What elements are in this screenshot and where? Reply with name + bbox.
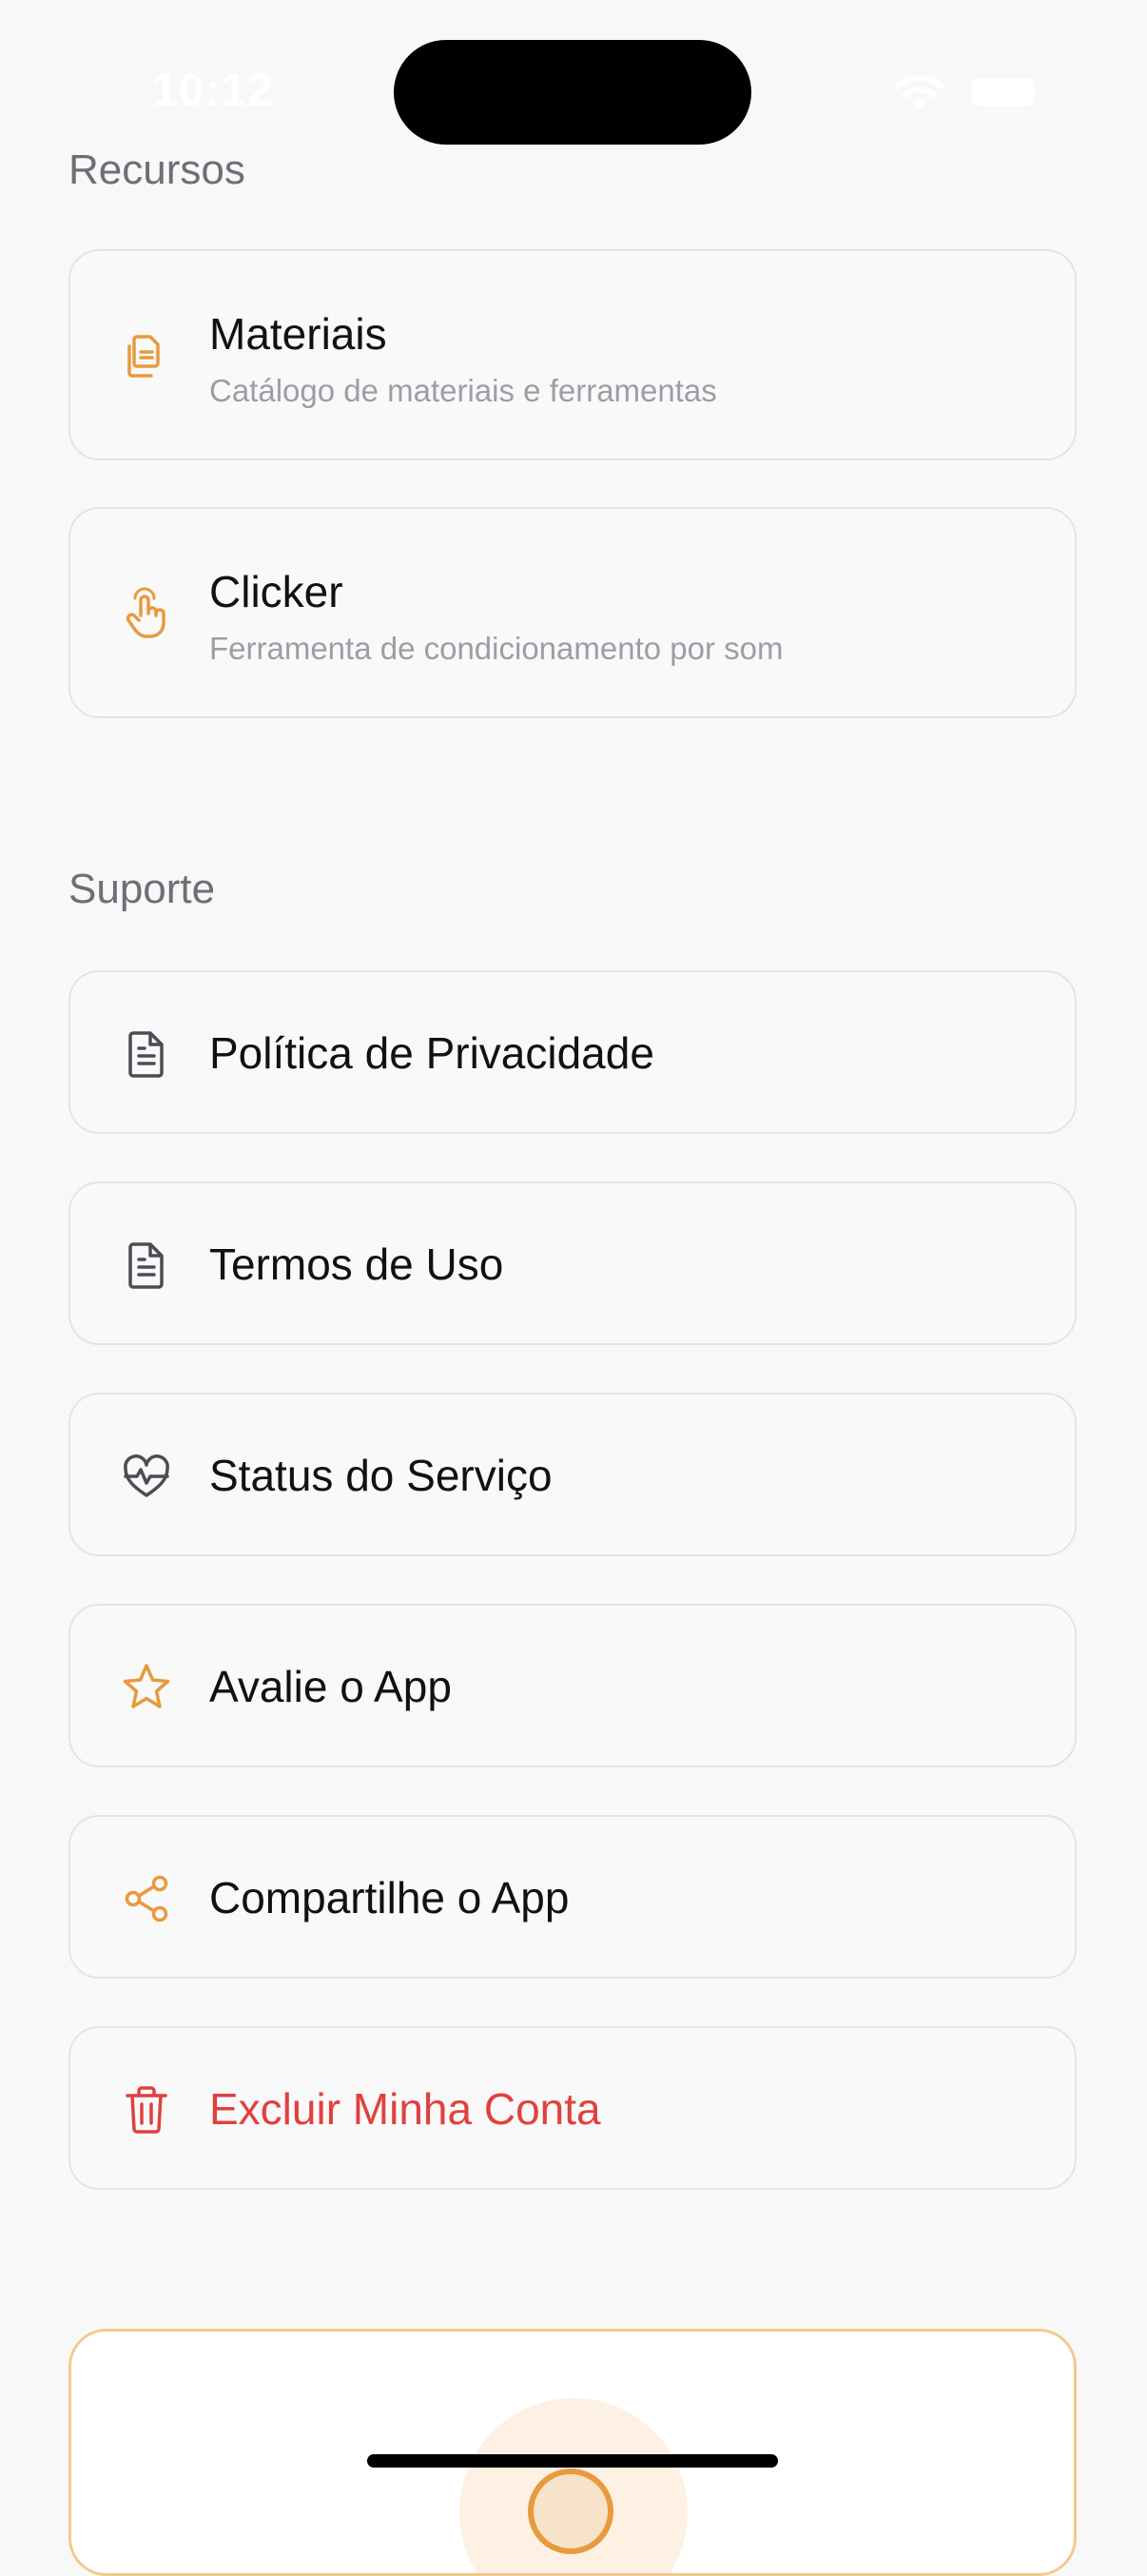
promo-avatar-icon [528, 2469, 613, 2554]
document-icon [128, 1031, 164, 1078]
card-clicker[interactable]: Clicker Ferramenta de condicionamento po… [68, 507, 1077, 718]
dynamic-island [394, 40, 751, 145]
card-title: Materiais [209, 309, 387, 359]
card-delete-account[interactable]: Excluir Minha Conta [68, 2026, 1077, 2190]
home-indicator [367, 2454, 778, 2468]
trash-icon [126, 2086, 167, 2134]
battery-icon [972, 78, 1035, 107]
card-title: Status do Serviço [209, 1451, 553, 1500]
card-privacy-policy[interactable]: Política de Privacidade [68, 970, 1077, 1134]
section-title-recursos: Recursos [68, 146, 245, 193]
card-subtitle: Catálogo de materiais e ferramentas [209, 373, 717, 408]
card-terms-of-use[interactable]: Termos de Uso [68, 1181, 1077, 1345]
card-title: Clicker [209, 567, 343, 616]
promo-card [68, 2329, 1077, 2576]
card-title: Excluir Minha Conta [209, 2084, 601, 2134]
section-title-suporte: Suporte [68, 866, 216, 912]
wifi-icon [895, 75, 944, 110]
status-bar: 10:12 [0, 0, 1147, 145]
card-service-status[interactable]: Status do Serviço [68, 1393, 1077, 1556]
card-subtitle: Ferramenta de condicionamento por som [209, 631, 784, 666]
card-share-app[interactable]: Compartilhe o App [68, 1815, 1077, 1979]
share-icon [125, 1875, 168, 1922]
card-title: Política de Privacidade [209, 1028, 654, 1078]
card-title: Compartilhe o App [209, 1873, 570, 1922]
documents-icon [127, 335, 160, 378]
hand-pointer-icon [126, 587, 165, 638]
card-title: Avalie o App [209, 1662, 452, 1711]
heart-pulse-icon [124, 1454, 169, 1497]
star-icon [123, 1664, 170, 1708]
card-rate-app[interactable]: Avalie o App [68, 1604, 1077, 1767]
card-title: Termos de Uso [209, 1239, 504, 1289]
card-materiais[interactable]: Materiais Catálogo de materiais e ferram… [68, 249, 1077, 460]
document-icon [128, 1242, 164, 1289]
status-time: 10:12 [152, 66, 274, 116]
